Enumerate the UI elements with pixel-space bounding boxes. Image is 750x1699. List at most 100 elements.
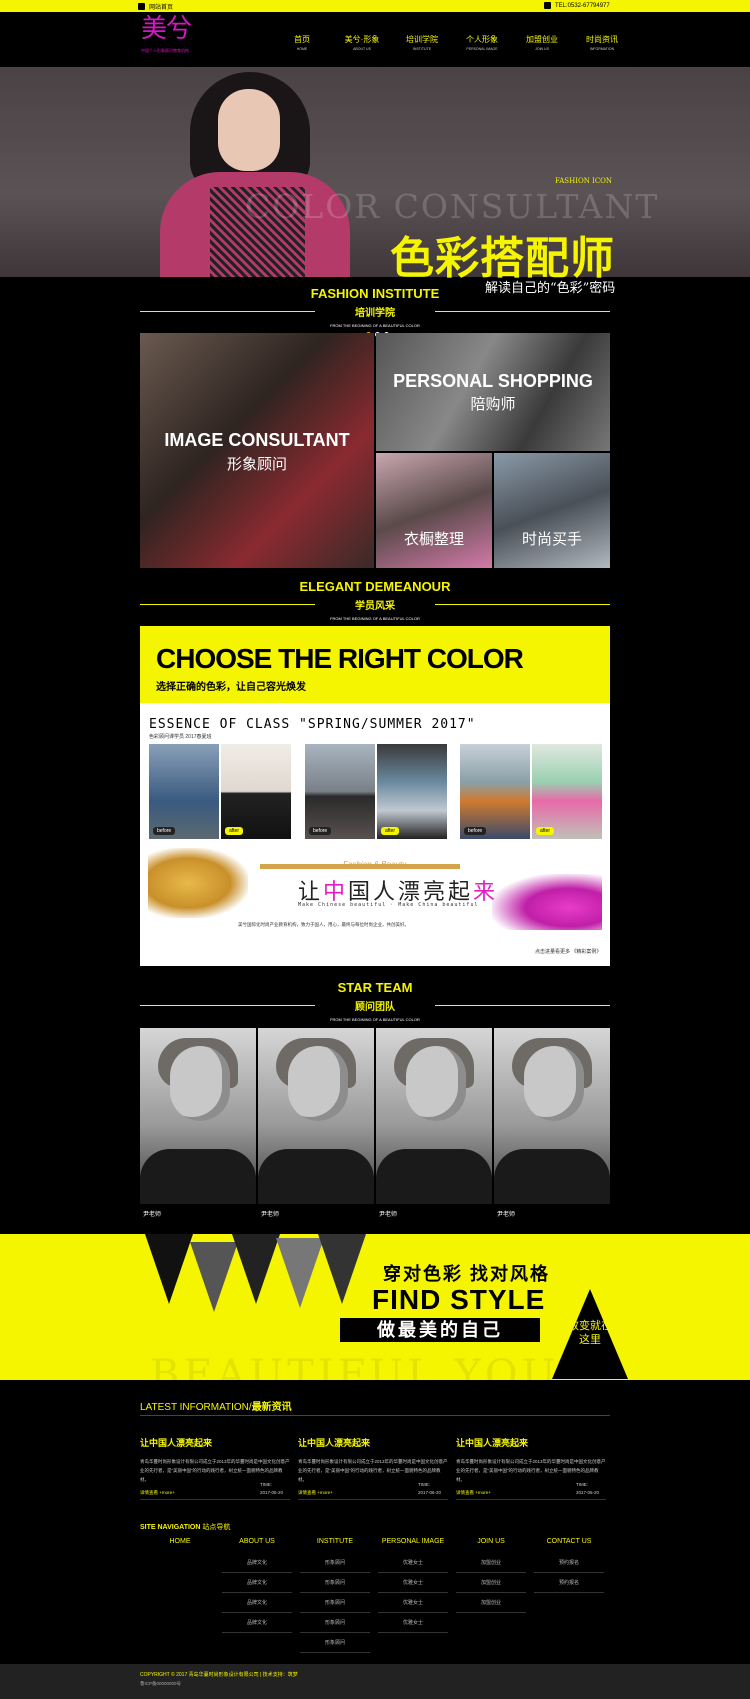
tile-image-consultant[interactable]: IMAGE CONSULTANT 形象顾问 bbox=[140, 333, 374, 568]
sitenav-link[interactable]: 形象顾问 bbox=[300, 1573, 370, 1593]
essence-title: ESSENCE OF CLASS "SPRING/SUMMER 2017" bbox=[149, 717, 476, 732]
slogan-description: 美兮国际化时尚产业教育机构，致力于国人，用心，最终与每位时尚企业，共创美好。 bbox=[238, 922, 409, 927]
news-item[interactable]: 让中国人漂亮起来 青岛华蔓时尚形象设计有限公司成立于2013年的华蔓时尚是中国文… bbox=[140, 1436, 290, 1500]
more-cases-link[interactable]: 点击进量看更多 《精彩案例》 bbox=[535, 948, 601, 955]
section-title-en: ELEGANT DEMEANOUR bbox=[299, 579, 451, 594]
sitenav-link[interactable]: 优雅女士 bbox=[378, 1553, 448, 1573]
news-item[interactable]: 让中国人漂亮起来 青岛华蔓时尚形象设计有限公司成立于2013年的华蔓时尚是中国文… bbox=[456, 1436, 606, 1500]
tile-title-cn: 形象顾问 bbox=[226, 456, 287, 473]
nav-item-personal-image[interactable]: 个人形象 PERSONAL IMAGE bbox=[452, 34, 512, 51]
team-member-photo[interactable] bbox=[140, 1028, 256, 1204]
main-nav: 首页 HOME 美兮·形象 ABOUT US 培训学院 INSTITUTE 个人形象 P… bbox=[272, 34, 632, 51]
team-member-photo[interactable] bbox=[494, 1028, 610, 1204]
section-title-demeanour: ELEGANT DEMEANOUR 学员风采 FROM THE BEGINING… bbox=[140, 579, 610, 621]
team-member-photo[interactable] bbox=[258, 1028, 374, 1204]
hero-tag: FASHION ICON bbox=[555, 177, 613, 185]
news-title[interactable]: 让中国人漂亮起来 bbox=[298, 1436, 448, 1449]
hero-model-image bbox=[140, 67, 360, 277]
sitenav-link[interactable]: 品牌文化 bbox=[222, 1573, 292, 1593]
tile-fashion-buyer[interactable]: 时尚买手 bbox=[494, 453, 610, 568]
news-item[interactable]: 让中国人漂亮起来 青岛华蔓时尚形象设计有限公司成立于2013年的华蔓时尚是中国文… bbox=[298, 1436, 448, 1500]
hero-bg-text: COLOR CONSULTANT bbox=[245, 187, 660, 226]
team-member-photo[interactable] bbox=[376, 1028, 492, 1204]
news-time: TIME: 2017-06-20 bbox=[576, 1482, 600, 1495]
nav-item-home[interactable]: 首页 HOME bbox=[272, 34, 332, 51]
nav-label: 首页 bbox=[294, 35, 310, 44]
team-member-name[interactable]: 尹老师 bbox=[143, 1209, 161, 1218]
tile-title-en: IMAGE CONSULTANT bbox=[164, 430, 350, 450]
icp-number[interactable]: 鲁ICP备00000000号 bbox=[140, 1681, 181, 1687]
team-member-name[interactable]: 尹老师 bbox=[379, 1209, 397, 1218]
sitenav-col-about: ABOUT US 品牌文化 品牌文化 品牌文化 品牌文化 bbox=[222, 1538, 292, 1633]
sitenav-link[interactable]: 品牌文化 bbox=[222, 1553, 292, 1573]
sitenav-link[interactable]: 加盟创业 bbox=[456, 1593, 526, 1613]
collage-triangle bbox=[318, 1234, 366, 1304]
news-body: 青岛华蔓时尚形象设计有限公司成立于2013年的华蔓时尚是中国文化创意产业的先行者… bbox=[298, 1459, 448, 1482]
news-title[interactable]: 让中国人漂亮起来 bbox=[456, 1436, 606, 1449]
section-tagline: FROM THE BEGINING OF A BEAUTIFUL COLOR bbox=[330, 616, 420, 621]
logo-text: 美兮 bbox=[141, 14, 192, 44]
section-tagline: FROM THE BEGINING OF A BEAUTIFUL COLOR bbox=[330, 323, 420, 328]
slogan-en: Make Chinese beautiful · Make China beau… bbox=[298, 902, 479, 908]
divider bbox=[140, 1415, 610, 1416]
nav-item-information[interactable]: 时尚资讯 INFORMATION bbox=[572, 34, 632, 51]
nav-item-about[interactable]: 美兮·形象 ABOUT US bbox=[332, 34, 392, 51]
nav-item-join[interactable]: 加盟创业 JOIN US bbox=[512, 34, 572, 51]
sitenav-link[interactable]: 形象顾问 bbox=[300, 1613, 370, 1633]
collage-triangle bbox=[232, 1234, 280, 1304]
collage-triangle bbox=[190, 1242, 238, 1312]
tile-title-en: PERSONAL SHOPPING bbox=[393, 371, 593, 391]
banner-subheadline: 选择正确的色彩，让自己容光焕发 bbox=[156, 682, 306, 693]
sitenav-col-heading[interactable]: JOIN US bbox=[456, 1538, 526, 1545]
copyright: COPYRIGHT © 2017 青岛华蔓时尚形象设计有限公司 | 技术支持：筑… bbox=[140, 1672, 298, 1678]
sitenav-link[interactable]: 预约报名 bbox=[534, 1573, 604, 1593]
news-more-link[interactable]: 详情查看 +more+ bbox=[298, 1490, 333, 1496]
sitenav-col-heading[interactable]: CONTACT US bbox=[534, 1538, 604, 1545]
nav-label: 培训学院 bbox=[406, 35, 438, 44]
sitenav-link[interactable]: 预约报名 bbox=[534, 1553, 604, 1573]
banner-headline: CHOOSE THE RIGHT COLOR bbox=[156, 643, 524, 674]
sitenav-col-heading[interactable]: INSTITUTE bbox=[300, 1538, 370, 1545]
header: 美兮 中国个人形象顾问教育机构 首页 HOME 美兮·形象 ABOUT US 培训学… bbox=[0, 12, 750, 67]
sitenav-col-home: HOME bbox=[145, 1538, 215, 1553]
tile-title-cn: 陪购师 bbox=[470, 396, 516, 413]
sitenav-link[interactable]: 加盟创业 bbox=[456, 1553, 526, 1573]
team-member-name[interactable]: 尹老师 bbox=[261, 1209, 279, 1218]
logo[interactable]: 美兮 中国个人形象顾问教育机构 bbox=[141, 14, 201, 64]
sitenav-link[interactable]: 形象顾问 bbox=[300, 1593, 370, 1613]
tile-personal-shopping[interactable]: PERSONAL SHOPPING 陪购师 bbox=[376, 333, 610, 451]
sitenav-link[interactable]: 优雅女士 bbox=[378, 1593, 448, 1613]
sitenav-link[interactable]: 品牌文化 bbox=[222, 1593, 292, 1613]
home-icon bbox=[138, 3, 145, 10]
nav-label: 美兮·形象 bbox=[344, 35, 380, 44]
sitenav-link[interactable]: 品牌文化 bbox=[222, 1613, 292, 1633]
after-photo: after bbox=[532, 744, 602, 839]
before-photo: before bbox=[149, 744, 219, 839]
sitenav-link[interactable]: 形象顾问 bbox=[300, 1553, 370, 1573]
promo-line-1: 穿对色彩 找对风格 bbox=[383, 1264, 551, 1284]
news-title[interactable]: 让中国人漂亮起来 bbox=[140, 1436, 290, 1449]
news-more-link[interactable]: 详情查看 +more+ bbox=[456, 1490, 491, 1496]
after-photo: after bbox=[377, 744, 447, 839]
team-grid bbox=[140, 1028, 610, 1204]
sitenav-link[interactable]: 优雅女士 bbox=[378, 1573, 448, 1593]
sitenav-link[interactable]: 优雅女士 bbox=[378, 1613, 448, 1633]
promo-triangle-text: 改变就在这里 bbox=[568, 1319, 612, 1346]
team-member-name[interactable]: 尹老师 bbox=[497, 1209, 515, 1218]
sitenav-col-heading[interactable]: PERSONAL IMAGE bbox=[378, 1538, 448, 1545]
nav-label: 加盟创业 bbox=[526, 35, 558, 44]
sitenav-col-heading[interactable]: HOME bbox=[145, 1538, 215, 1545]
section-title-institute: FASHION INSTITUTE 培训学院 FROM THE BEGINING… bbox=[140, 286, 610, 328]
home-link[interactable]: 网站首页 bbox=[138, 2, 173, 11]
sitenav-link[interactable]: 形象顾问 bbox=[300, 1633, 370, 1653]
student-showcase-banner[interactable]: CHOOSE THE RIGHT COLOR 选择正确的色彩，让自己容光焕发 E… bbox=[140, 626, 610, 966]
hero-slider[interactable]: COLOR CONSULTANT FASHION ICON 色彩搭配师 解读自己… bbox=[0, 67, 750, 337]
sitenav-link[interactable]: 加盟创业 bbox=[456, 1573, 526, 1593]
news-more-link[interactable]: 详情查看 +more+ bbox=[140, 1490, 175, 1496]
tile-wardrobe[interactable]: 衣橱整理 bbox=[376, 453, 492, 568]
sitenav-col-heading[interactable]: ABOUT US bbox=[222, 1538, 292, 1545]
service-grid: IMAGE CONSULTANT 形象顾问 PERSONAL SHOPPING … bbox=[140, 333, 610, 568]
news-heading: LATEST INFORMATION/最新资讯 bbox=[140, 1402, 292, 1413]
find-style-promo[interactable]: BEAUTIFUL YOU 穿对色彩 找对风格 FIND STYLE 做最美的自… bbox=[0, 1234, 750, 1380]
nav-item-institute[interactable]: 培训学院 INSTITUTE bbox=[392, 34, 452, 51]
